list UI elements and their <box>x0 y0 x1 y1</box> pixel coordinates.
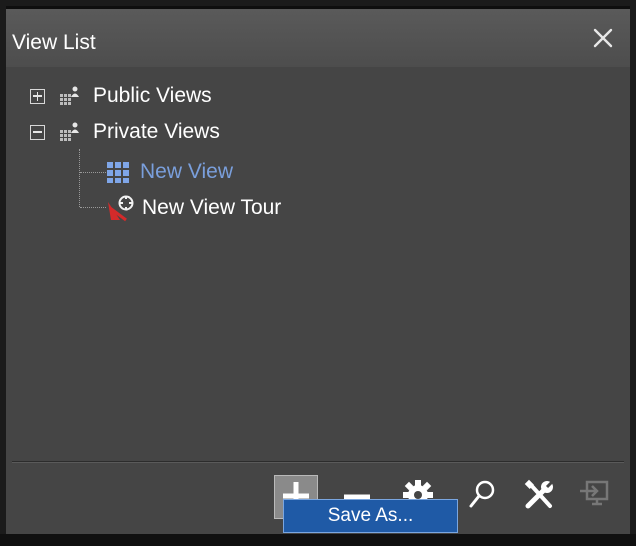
panel-titlebar[interactable]: View List <box>6 9 630 67</box>
tree-item-new-view[interactable]: New View <box>106 157 233 187</box>
tree-connector <box>80 172 106 173</box>
close-icon[interactable] <box>590 25 616 51</box>
tree-item-public-views[interactable]: Public Views <box>30 81 212 111</box>
tree-connector <box>79 149 80 207</box>
tree-item-label: New View Tour <box>142 196 282 219</box>
tree-item-private-views[interactable]: Private Views <box>30 117 220 147</box>
export-button[interactable] <box>572 475 616 519</box>
search-button[interactable] <box>460 475 504 519</box>
tree-item-label: New View <box>140 160 233 183</box>
tools-icon <box>522 478 556 517</box>
tree-item-label: Private Views <box>93 120 220 143</box>
toolbar-divider <box>12 461 624 463</box>
tree-item-new-view-tour[interactable]: New View Tour <box>106 193 281 223</box>
tools-button[interactable] <box>517 475 561 519</box>
save-as-label: Save As... <box>327 505 414 526</box>
search-icon <box>466 479 498 516</box>
tree-connector <box>80 207 106 208</box>
grid-view-icon <box>106 160 130 184</box>
expand-icon[interactable] <box>30 88 45 104</box>
view-tour-icon <box>106 194 136 222</box>
tree-item-label: Public Views <box>93 84 212 107</box>
export-icon <box>577 478 611 517</box>
collapse-icon[interactable] <box>30 124 45 140</box>
views-group-icon <box>59 85 81 107</box>
views-group-icon <box>59 121 81 143</box>
save-as-menu-item[interactable]: Save As... <box>283 499 458 533</box>
view-list-panel: View List Public Views Private Views New… <box>6 6 630 543</box>
panel-title: View List <box>12 31 96 54</box>
window-bottom-edge <box>0 534 636 546</box>
